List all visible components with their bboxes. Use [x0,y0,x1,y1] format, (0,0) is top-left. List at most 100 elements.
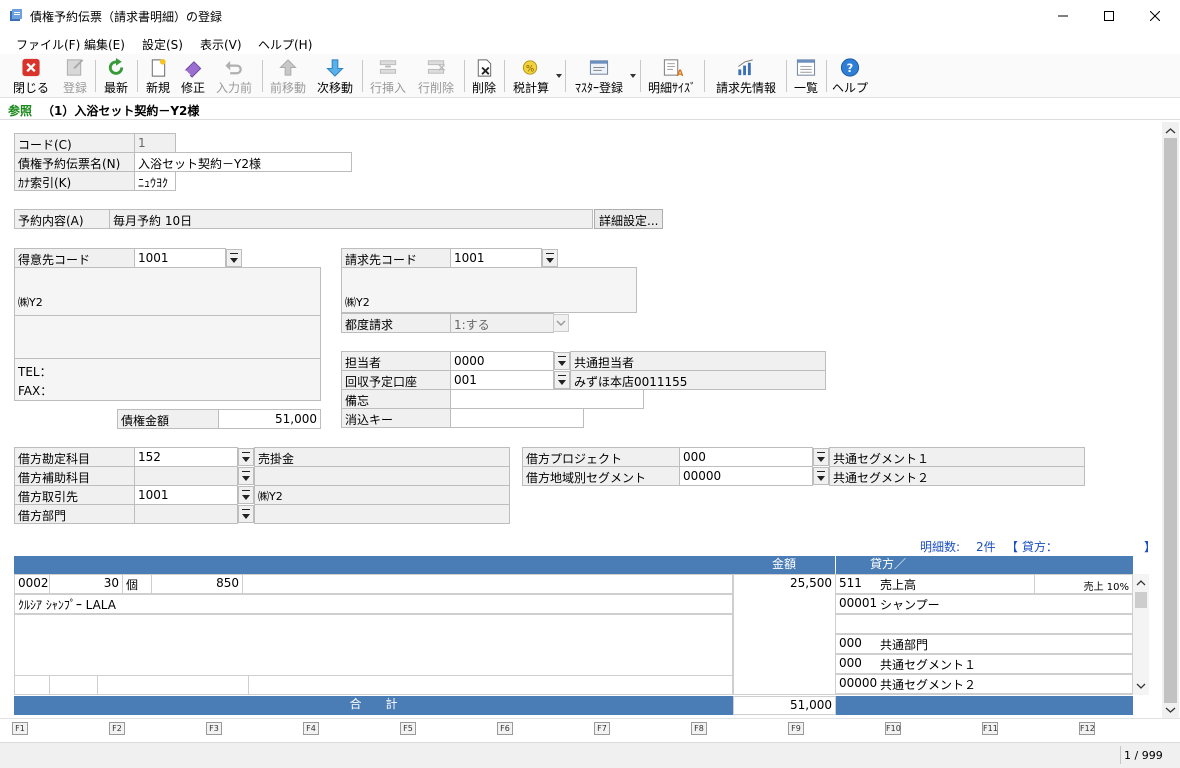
credit-region-name-cell[interactable]: 共通セグメント２ [877,674,1133,694]
next-move-button[interactable]: 次移動 [314,56,356,96]
menu-view[interactable]: 表示(V) [200,36,242,53]
billing-code-field[interactable]: 1001 [450,248,542,268]
credit-region-code-cell[interactable]: 00000 [835,674,878,694]
master-dropdown-icon[interactable] [630,74,636,78]
product-name-cell[interactable]: ｸﾙｼｱ ｼｬﾝﾌﾟｰ LALA [14,594,733,614]
close-button[interactable]: 閉じる [12,56,50,96]
memo-field[interactable] [450,389,644,409]
row-insert-icon [379,60,397,74]
fkey-f7[interactable]: F7 [594,722,610,735]
item-code-cell[interactable]: 0002 [14,574,50,594]
credit-sub-name-cell[interactable]: シャンプー [877,594,1133,614]
main-scrollbar[interactable] [1162,122,1179,718]
divider [0,119,1180,120]
dropdown-bar-icon [558,356,566,357]
minimize-button[interactable] [1040,0,1086,32]
prev-input-button[interactable]: 入力前 [213,56,255,96]
prev-move-button[interactable]: 前移動 [267,56,309,96]
master-register-button[interactable]: ﾏｽﾀｰ登録 [571,56,627,96]
grid-scrollbar[interactable] [1133,574,1149,695]
fkey-f10[interactable]: F10 [885,722,901,735]
debit-region-dropdown-button[interactable] [813,467,829,485]
kana-field[interactable]: ﾆｭｳﾖｸ [134,171,176,191]
edit-button[interactable]: 修正 [176,56,210,96]
blank-cell[interactable] [49,675,98,695]
fkey-f2[interactable]: F2 [109,722,125,735]
help-button[interactable]: ? ヘルプ [831,56,869,96]
fkey-f1[interactable]: F1 [12,722,28,735]
divider [14,315,321,316]
staff-code-field[interactable]: 0000 [450,351,554,371]
customer-dropdown-button[interactable] [226,249,242,267]
debit-sub-code-field[interactable] [134,466,238,486]
staff-dropdown-button[interactable] [554,352,570,370]
menu-file[interactable]: ファイル(F) [16,36,80,53]
credit-partner-cell[interactable] [835,614,1133,634]
refresh-button[interactable]: 最新 [99,56,133,96]
tax-calc-button[interactable]: % 税計算 [509,56,553,96]
debit-project-dropdown-button[interactable] [813,448,829,466]
credit-project-code-cell[interactable]: 000 [835,654,878,674]
menu-settings[interactable]: 設定(S) [142,36,183,53]
debit-account-dropdown-button[interactable] [238,448,254,466]
fkey-f4[interactable]: F4 [303,722,319,735]
blank-cell[interactable] [248,675,733,695]
tax-calc-dropdown-icon[interactable] [556,74,562,78]
tax-category-cell[interactable]: 売上 10% [1034,574,1133,594]
row-insert-button[interactable]: 行挿入 [367,56,409,96]
fkey-f12[interactable]: F12 [1079,722,1095,735]
billing-dropdown-button[interactable] [542,249,558,267]
main-scroll-thumb[interactable] [1164,138,1177,703]
delete-button[interactable]: 削除 [468,56,500,96]
amount-cell[interactable]: 25,500 [733,574,836,695]
qty-cell[interactable]: 30 [49,574,123,594]
debit-region-code-field[interactable]: 00000 [679,466,813,486]
amount-field[interactable]: 51,000 [218,409,321,429]
fkey-f8[interactable]: F8 [691,722,707,735]
debit-account-code-field[interactable]: 152 [134,447,238,467]
fkey-f5[interactable]: F5 [400,722,416,735]
each-billing-dropdown-button[interactable] [553,314,569,332]
credit-project-name-cell[interactable]: 共通セグメント１ [877,654,1133,674]
detail-settings-button[interactable]: 詳細設定... [594,209,663,229]
debit-partner-dropdown-button[interactable] [238,486,254,504]
maximize-button[interactable] [1086,0,1132,32]
customer-code-field[interactable]: 1001 [134,248,226,268]
unit-cell[interactable]: 個 [122,574,152,594]
close-window-button[interactable] [1132,0,1178,32]
account-code-field[interactable]: 001 [450,370,554,390]
fkey-f3[interactable]: F3 [206,722,222,735]
blank-cell[interactable] [97,675,249,695]
close-x-icon [22,58,40,77]
credit-account-name-cell[interactable]: 売上高 [877,574,1035,594]
row-delete-button[interactable]: 行削除 [415,56,457,96]
credit-dept-code-cell[interactable]: 000 [835,634,878,654]
credit-dept-name-cell[interactable]: 共通部門 [877,634,1133,654]
new-button[interactable]: 新規 [141,56,175,96]
fkey-f6[interactable]: F6 [497,722,513,735]
detail-empty-area[interactable] [14,614,733,676]
price-cell[interactable]: 850 [151,574,243,594]
fkey-f11[interactable]: F11 [982,722,998,735]
debit-partner-code-field[interactable]: 1001 [134,485,238,505]
debit-dept-dropdown-button[interactable] [238,505,254,523]
billing-info-button[interactable]: 請求先情報 [712,56,780,96]
debit-dept-code-field[interactable] [134,504,238,524]
match-key-field[interactable] [450,408,584,428]
list-button[interactable]: 一覧 [790,56,822,96]
credit-sub-code-cell[interactable]: 00001 [835,594,878,614]
menu-edit[interactable]: 編集(E) [84,36,125,53]
menu-help[interactable]: ヘルプ(H) [258,36,312,53]
grid-scroll-thumb[interactable] [1135,592,1147,608]
slip-name-field[interactable]: 入浴セット契約－Y2様 [134,152,352,172]
debit-sub-dropdown-button[interactable] [238,467,254,485]
credit-account-code-cell[interactable]: 511 [835,574,878,594]
register-button[interactable]: 登録 [58,56,92,96]
blank-cell[interactable] [242,574,733,594]
account-dropdown-button[interactable] [554,371,570,389]
detail-size-button[interactable]: A 明細ｻｲｽﾞ [646,56,698,96]
blank-cell[interactable] [14,675,50,695]
code-field[interactable]: 1 [134,133,176,153]
fkey-f9[interactable]: F9 [788,722,804,735]
debit-project-code-field[interactable]: 000 [679,447,813,467]
